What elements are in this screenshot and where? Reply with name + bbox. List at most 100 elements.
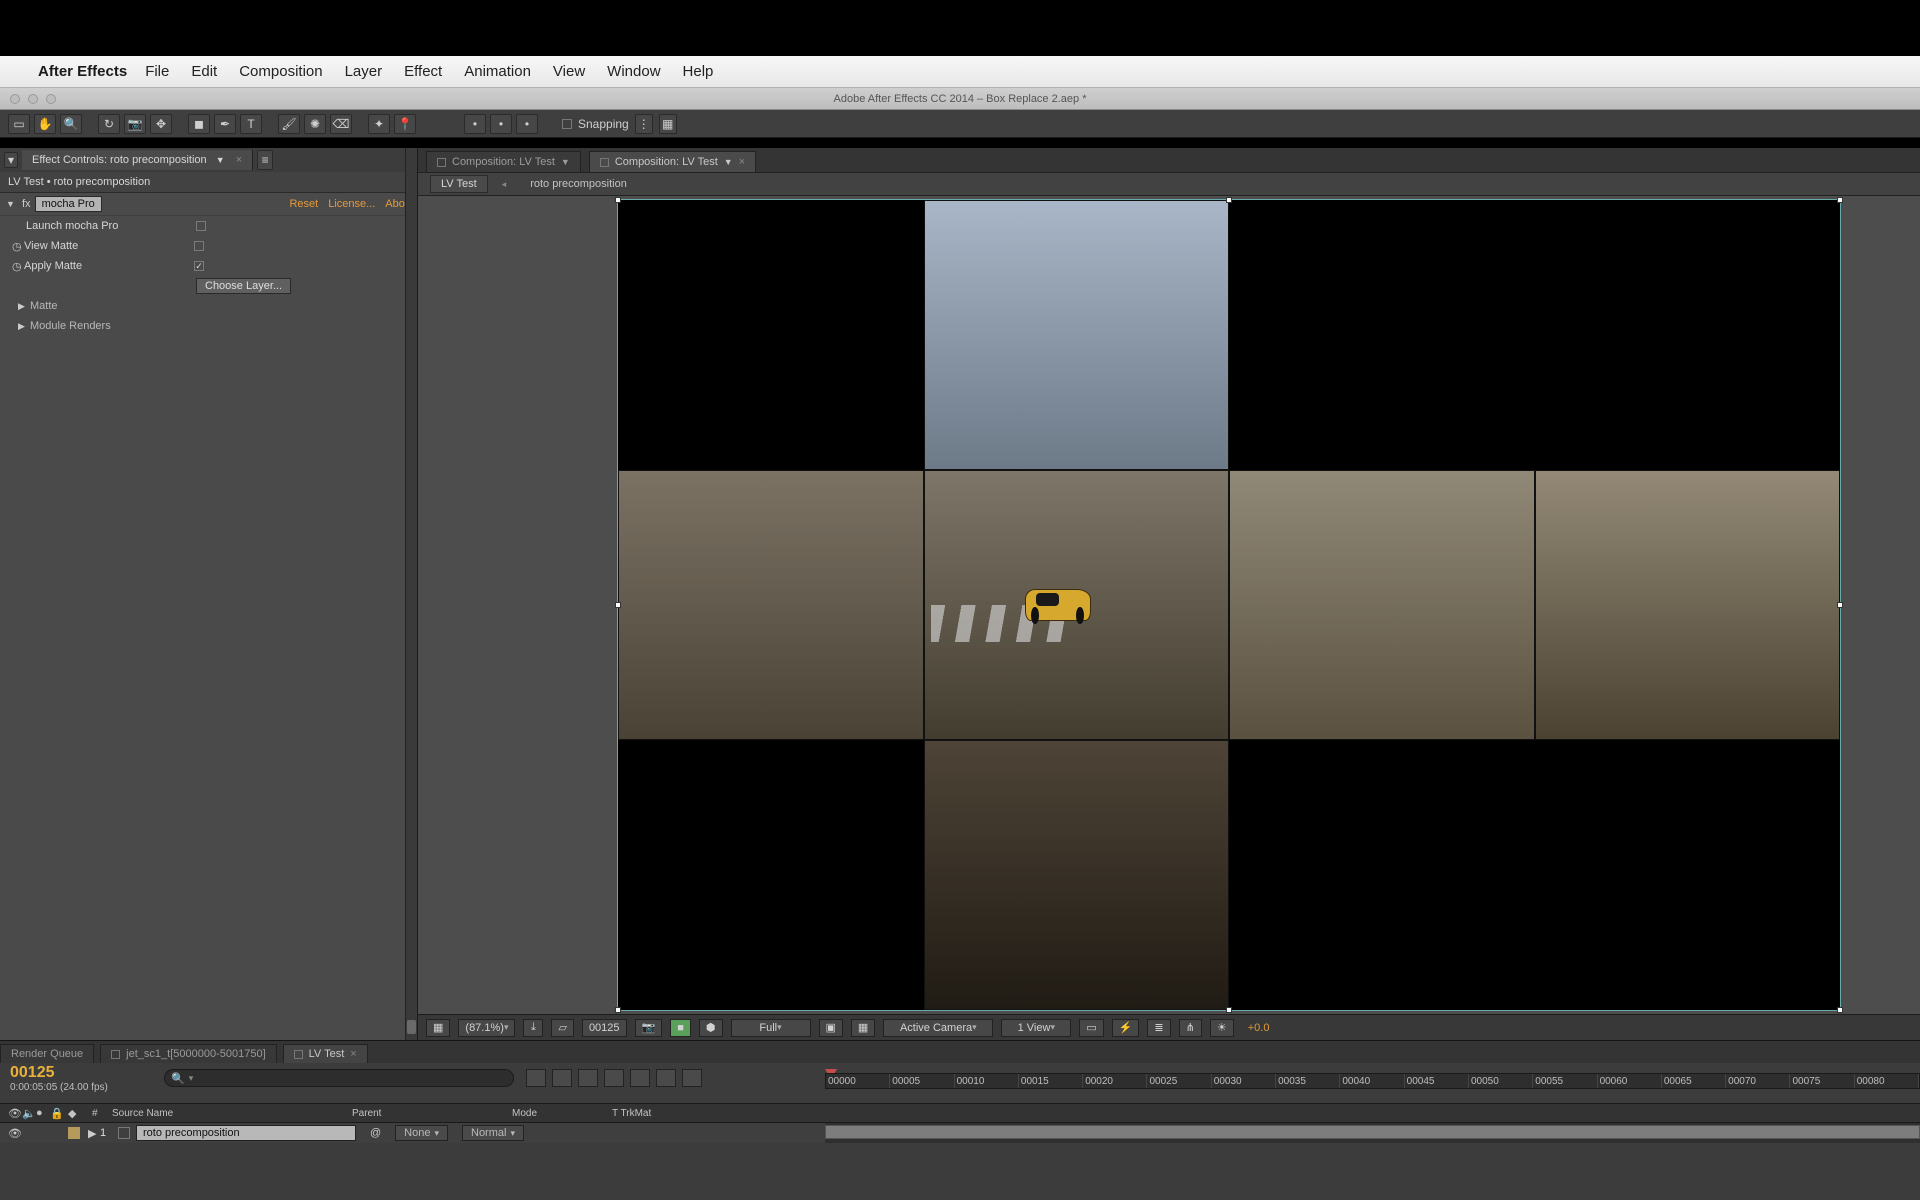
selection-handle[interactable]: [1837, 197, 1843, 203]
exposure-reset-icon[interactable]: ☀: [1210, 1019, 1234, 1037]
roto-brush-tool-icon[interactable]: ✦: [368, 114, 390, 134]
choose-layer-button[interactable]: Choose Layer...: [196, 278, 291, 294]
ruler-tick[interactable]: 00075: [1790, 1074, 1854, 1088]
tab-render-queue[interactable]: Render Queue: [0, 1044, 94, 1063]
rotate-tool-icon[interactable]: ↻: [98, 114, 120, 134]
roi-icon[interactable]: ▣: [819, 1019, 843, 1037]
grid-icon[interactable]: ▦: [851, 1019, 875, 1037]
fx-enable-icon[interactable]: fx: [22, 198, 31, 210]
selection-handle[interactable]: [615, 602, 621, 608]
snapping-checkbox-icon[interactable]: [562, 119, 572, 129]
axis-view-icon[interactable]: •: [516, 114, 538, 134]
ruler-tick[interactable]: 00080: [1855, 1074, 1919, 1088]
pan-behind-tool-icon[interactable]: ✥: [150, 114, 172, 134]
ruler-tick[interactable]: 00060: [1598, 1074, 1662, 1088]
timeline-icon[interactable]: ≣: [1147, 1019, 1170, 1037]
snapping-options-icon[interactable]: ⋮: [635, 114, 653, 134]
hand-tool-icon[interactable]: ✋: [34, 114, 56, 134]
eraser-tool-icon[interactable]: ⌫: [330, 114, 352, 134]
current-time-display[interactable]: 00125 0:00:05:05 (24.00 fps): [0, 1064, 160, 1093]
close-window-icon[interactable]: [10, 94, 20, 104]
layer-name-selected[interactable]: roto precomposition: [136, 1125, 356, 1141]
ruler-tick[interactable]: 00020: [1083, 1074, 1147, 1088]
menu-effect[interactable]: Effect: [404, 63, 442, 80]
timeline-track-area[interactable]: [825, 1123, 1920, 1143]
scrollbar-thumb[interactable]: [407, 1020, 416, 1034]
menu-edit[interactable]: Edit: [191, 63, 217, 80]
effect-reset-button[interactable]: Reset: [289, 198, 318, 210]
puppet-tool-icon[interactable]: 📍: [394, 114, 416, 134]
prop-launch-mocha[interactable]: Launch mocha Pro: [0, 216, 417, 236]
selection-handle[interactable]: [1226, 197, 1232, 203]
minimize-window-icon[interactable]: [28, 94, 38, 104]
disclosure-triangle-icon[interactable]: ▶: [18, 301, 30, 312]
layer-duration-bar[interactable]: [825, 1125, 1920, 1139]
clone-tool-icon[interactable]: ✺: [304, 114, 326, 134]
effect-header-row[interactable]: ▼ fx mocha Pro Reset License... Abou: [0, 193, 417, 216]
toggle-transparency-icon[interactable]: ▱: [551, 1019, 573, 1037]
label-color-icon[interactable]: ◆: [68, 1107, 92, 1120]
views-dropdown[interactable]: 1 View: [1001, 1019, 1071, 1037]
camera-dropdown[interactable]: Active Camera: [883, 1019, 993, 1037]
composition-tab-active[interactable]: Composition: LV Test ▼ ×: [589, 151, 756, 172]
app-name[interactable]: After Effects: [38, 63, 127, 80]
ruler-tick[interactable]: 00070: [1726, 1074, 1790, 1088]
chevron-down-icon[interactable]: ▼: [561, 157, 570, 167]
disclosure-triangle-icon[interactable]: ▶: [88, 1127, 100, 1140]
parent-dropdown[interactable]: None ▾: [395, 1125, 448, 1141]
chevron-down-icon[interactable]: ▼: [216, 155, 225, 165]
selection-handle[interactable]: [615, 197, 621, 203]
stopwatch-icon[interactable]: ◷: [12, 240, 24, 253]
lock-toggle-icon[interactable]: 🔒: [50, 1107, 68, 1120]
menu-file[interactable]: File: [145, 63, 169, 80]
axis-world-icon[interactable]: •: [490, 114, 512, 134]
ruler-tick[interactable]: 00065: [1662, 1074, 1726, 1088]
ruler-tick[interactable]: 00055: [1533, 1074, 1597, 1088]
hide-shy-icon[interactable]: [578, 1069, 598, 1087]
viewer-canvas[interactable]: [618, 200, 1840, 1010]
snapping-bounds-icon[interactable]: ▦: [659, 114, 677, 134]
fast-previews-icon[interactable]: ⚡: [1112, 1019, 1140, 1037]
menu-composition[interactable]: Composition: [239, 63, 322, 80]
resolution-down-icon[interactable]: ⤓: [523, 1019, 543, 1037]
prop-apply-matte[interactable]: ◷ Apply Matte: [0, 256, 417, 276]
effect-license-button[interactable]: License...: [328, 198, 375, 210]
snapshot-icon[interactable]: 📷: [635, 1019, 663, 1037]
tab-lv-test[interactable]: LV Test ×: [283, 1044, 368, 1063]
composition-tab[interactable]: Composition: LV Test ▼: [426, 151, 581, 172]
zoom-tool-icon[interactable]: 🔍: [60, 114, 82, 134]
menu-help[interactable]: Help: [683, 63, 714, 80]
shape-tool-icon[interactable]: ◼: [188, 114, 210, 134]
audio-toggle-icon[interactable]: 🔈: [22, 1107, 36, 1120]
disclosure-triangle-icon[interactable]: ▶: [18, 321, 30, 332]
composition-viewer[interactable]: [418, 196, 1920, 1014]
brush-tool-icon[interactable]: 🖌: [278, 114, 300, 134]
menu-animation[interactable]: Animation: [464, 63, 531, 80]
window-traffic-lights[interactable]: [10, 94, 56, 104]
checkbox-checked-icon[interactable]: [194, 261, 204, 271]
parent-pickwhip-icon[interactable]: @: [370, 1127, 381, 1139]
ruler-tick[interactable]: 00015: [1019, 1074, 1083, 1088]
group-matte[interactable]: ▶ Matte: [0, 296, 417, 316]
menu-view[interactable]: View: [553, 63, 585, 80]
show-channel-icon[interactable]: ■: [670, 1019, 691, 1037]
panel-options-icon[interactable]: ≡: [257, 150, 273, 170]
time-ruler[interactable]: 00000 00005 00010 00015 00020 00025 0003…: [825, 1063, 1920, 1103]
close-tab-icon[interactable]: ×: [739, 156, 745, 168]
zoom-dropdown[interactable]: (87.1%): [458, 1019, 515, 1037]
current-frame[interactable]: 00125: [10, 1064, 160, 1082]
col-mode[interactable]: Mode: [512, 1108, 612, 1119]
motion-blur-icon[interactable]: [630, 1069, 650, 1087]
graph-editor-icon[interactable]: [682, 1069, 702, 1087]
ruler-tick[interactable]: 00010: [955, 1074, 1019, 1088]
selection-handle[interactable]: [1837, 1007, 1843, 1013]
frame-blend-icon[interactable]: [604, 1069, 624, 1087]
eye-icon[interactable]: 👁: [8, 1127, 22, 1140]
col-source-name[interactable]: Source Name: [112, 1108, 352, 1119]
breadcrumb-root[interactable]: LV Test: [430, 175, 488, 193]
col-parent[interactable]: Parent: [352, 1108, 512, 1119]
checkbox-icon[interactable]: [194, 241, 204, 251]
breadcrumb-leaf[interactable]: roto precomposition: [520, 176, 637, 192]
axis-local-icon[interactable]: •: [464, 114, 486, 134]
ruler-tick[interactable]: 00035: [1276, 1074, 1340, 1088]
